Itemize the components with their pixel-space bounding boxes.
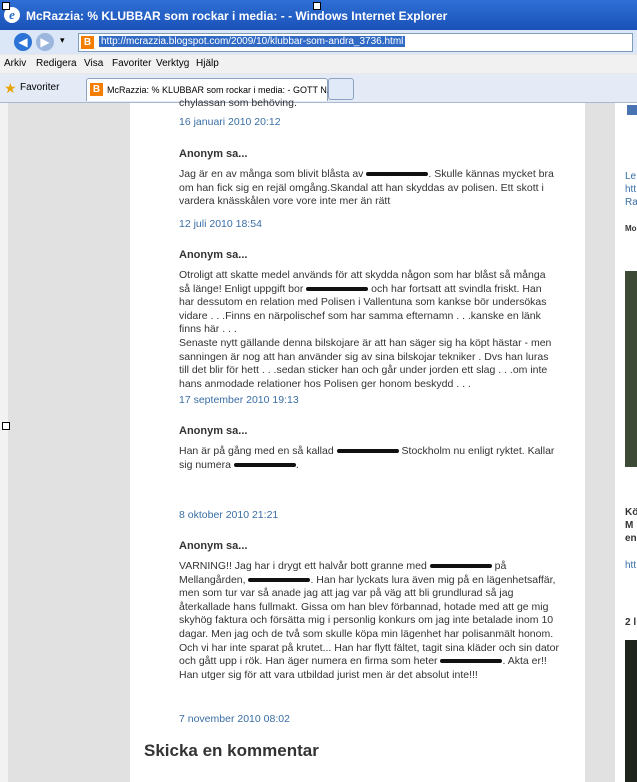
comment-author: Anonym sa... (179, 540, 248, 552)
comment-author: Anonym sa... (179, 249, 248, 261)
comment-timestamp[interactable]: 17 september 2010 19:13 (179, 394, 299, 406)
favorites-label[interactable]: Favoriter (20, 82, 59, 93)
post-comment-heading: Skicka en kommentar (144, 741, 319, 760)
url-text: http://mcrazzia.blogspot.com/2009/10/klu… (99, 36, 406, 47)
comments-column: chylassan som behöving. 16 januari 2010 … (130, 97, 585, 782)
sidebar-text[interactable]: Ra (625, 197, 637, 208)
sidebar-text[interactable]: htt (625, 184, 636, 195)
comment-timestamp[interactable]: 7 november 2010 08:02 (179, 713, 290, 725)
left-edge (0, 103, 8, 782)
sidebar-text: Kö (625, 507, 637, 518)
comment-body: Otroligt att skatte medel används för at… (179, 269, 552, 390)
comment-body: Han är på gång med en så kallad Stockhol… (179, 445, 555, 471)
redaction-mark (306, 286, 369, 291)
window-title: McRazzia: % KLUBBAR som rockar i media: … (26, 9, 448, 23)
tab-title: McRazzia: % KLUBBAR som rockar i media: … (107, 85, 335, 95)
redaction-mark (336, 449, 399, 454)
selection-handle[interactable] (313, 2, 321, 10)
redaction-mark (440, 659, 503, 664)
redaction-mark (233, 462, 296, 467)
page-viewport: chylassan som behöving. 16 januari 2010 … (0, 97, 637, 782)
redaction-mark (248, 577, 311, 582)
blogger-favicon-icon: B (90, 83, 103, 96)
menu-hjalp[interactable]: Hjälp (196, 58, 219, 69)
comment-author: Anonym sa... (179, 425, 248, 437)
menu-bar: Arkiv Redigera Visa Favoriter Verktyg Hj… (0, 55, 637, 73)
comment: Anonym sa... Jag är en av många som bliv… (179, 148, 559, 209)
selection-handle[interactable] (2, 422, 10, 430)
menu-visa[interactable]: Visa (84, 58, 103, 69)
comment-body: Jag är en av många som blivit blåsta av … (179, 168, 554, 208)
sidebar-image[interactable] (625, 640, 637, 782)
blogger-favicon-icon: B (81, 36, 94, 49)
favorites-star-icon[interactable]: ★ (4, 80, 17, 97)
comment-timestamp[interactable]: 16 januari 2010 20:12 (179, 116, 281, 128)
history-dropdown-icon[interactable]: ▾ (60, 35, 65, 46)
menu-verktyg[interactable]: Verktyg (156, 58, 189, 69)
back-icon[interactable]: ◀ (14, 33, 32, 51)
sidebar-text: M (625, 520, 634, 531)
menu-favoriter[interactable]: Favoriter (112, 58, 151, 69)
sidebar-text[interactable]: htt (625, 560, 636, 571)
comment: Anonym sa... VARNING!! Jag har i drygt e… (179, 540, 559, 682)
sidebar-text: en (625, 533, 637, 544)
comment-timestamp[interactable]: 8 oktober 2010 21:21 (179, 509, 278, 521)
comment-body: VARNING!! Jag har i drygt ett halvår bot… (179, 560, 559, 681)
comment: Anonym sa... Otroligt att skatte medel a… (179, 249, 559, 391)
previous-comment-fragment: chylassan som behöving. (179, 97, 297, 109)
sidebar-text[interactable]: Le (625, 171, 636, 182)
sidebar-gap (585, 103, 615, 782)
menu-redigera[interactable]: Redigera (36, 58, 77, 69)
sidebar-icon (627, 105, 637, 115)
redaction-mark (366, 172, 429, 177)
sidebar-image[interactable] (625, 271, 637, 467)
redaction-mark (429, 564, 492, 569)
forward-icon[interactable]: ▶ (36, 33, 54, 51)
new-tab-button[interactable] (328, 78, 354, 100)
sidebar-text: Mo (625, 224, 637, 233)
url-input[interactable]: B http://mcrazzia.blogspot.com/2009/10/k… (78, 33, 633, 52)
right-sidebar: Le htt Ra Mo Kö M en htt 2 l (615, 103, 637, 782)
menu-arkiv[interactable]: Arkiv (4, 58, 26, 69)
comment-author: Anonym sa... (179, 148, 248, 160)
favorites-bar: ★ Favoriter B McRazzia: % KLUBBAR som ro… (0, 74, 637, 103)
sidebar-text: 2 l (625, 617, 637, 628)
comment-timestamp[interactable]: 12 juli 2010 18:54 (179, 218, 262, 230)
address-bar: ◀ ▶ ▾ B http://mcrazzia.blogspot.com/200… (0, 30, 637, 54)
comment: Anonym sa... Han är på gång med en så ka… (179, 425, 559, 472)
left-margin (8, 103, 130, 782)
selection-handle[interactable] (2, 2, 10, 10)
